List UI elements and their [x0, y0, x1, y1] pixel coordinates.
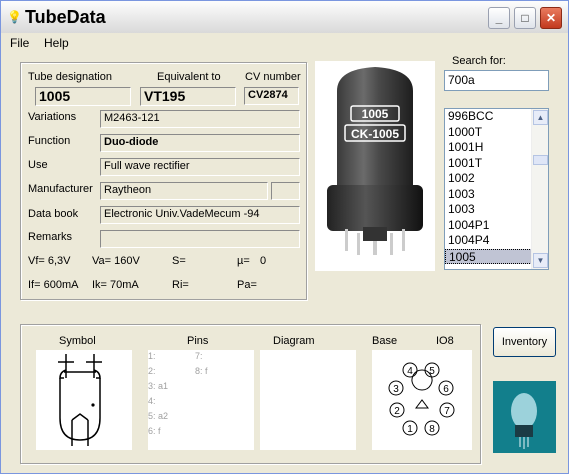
databook-label: Data book: [28, 208, 79, 220]
scroll-down-icon[interactable]: ▼: [533, 253, 548, 268]
base-pin-number: 4: [407, 366, 413, 377]
pins-panel: 1: 2: 3: a1 4: 5: a2 6: f 7: 8: f: [148, 350, 254, 450]
pin-4: 4:: [148, 396, 156, 406]
pin-8: 8: f: [195, 366, 208, 376]
equivalent-label: Equivalent to: [157, 71, 221, 83]
base-label: Base: [372, 335, 398, 347]
ri-value: Ri=: [172, 279, 189, 291]
pin-3: 3: a1: [148, 381, 169, 391]
pins-label: Pins: [187, 335, 209, 347]
photo-label-top: 1005: [362, 107, 389, 121]
photo-label-bottom: CK-1005: [351, 127, 399, 141]
tube-photo: 1005 CK-1005: [315, 61, 435, 271]
list-scrollbar[interactable]: ▲ ▼: [531, 109, 548, 269]
pin-5: 5: a2: [148, 411, 169, 421]
mu-label: µ=: [237, 255, 250, 267]
base-diagram: 12 34 56 78: [372, 350, 472, 450]
base-pin-number: 7: [444, 406, 450, 417]
pa-value: Pa=: [237, 279, 257, 291]
app-window: 💡 TubeData _ □ ✕ File Help Tube designat…: [0, 0, 569, 474]
window-title: TubeData: [25, 7, 106, 27]
function-field[interactable]: Duo-diode: [100, 134, 300, 152]
base-pin-number: 8: [429, 424, 435, 435]
diagram-label: Diagram: [273, 335, 315, 347]
base-pin-number: 2: [394, 406, 400, 417]
pin-7: 7:: [195, 351, 203, 361]
diagram-panel: [260, 350, 356, 450]
va-value: Va= 160V: [92, 255, 140, 267]
symbol-label: Symbol: [59, 335, 96, 347]
base-type: IO8: [436, 335, 454, 347]
use-label: Use: [28, 159, 48, 171]
manufacturer-field[interactable]: Raytheon: [100, 182, 268, 200]
search-input[interactable]: 700a: [444, 70, 549, 91]
title-bar[interactable]: 💡 TubeData _ □ ✕: [1, 1, 568, 33]
base-pin-number: 5: [429, 366, 435, 377]
remarks-field[interactable]: [100, 230, 300, 248]
pin-6: 6: f: [148, 426, 161, 436]
databook-field[interactable]: Electronic Univ.VadeMecum -94: [100, 206, 300, 224]
menu-file[interactable]: File: [10, 36, 29, 50]
maximize-button[interactable]: □: [514, 7, 536, 29]
close-button[interactable]: ✕: [540, 7, 562, 29]
if-value: If= 600mA: [28, 279, 79, 291]
remarks-label: Remarks: [28, 231, 73, 243]
use-field[interactable]: Full wave rectifier: [100, 158, 300, 176]
pin-2: 2:: [148, 366, 156, 376]
manufacturer-extra-field[interactable]: [271, 182, 300, 200]
s-value: S=: [172, 255, 186, 267]
designation-label: Tube designation: [28, 71, 112, 83]
ik-value: Ik= 70mA: [92, 279, 139, 291]
cv-field[interactable]: CV2874: [244, 87, 299, 105]
manufacturer-label: Manufacturer: [28, 183, 93, 195]
scroll-up-icon[interactable]: ▲: [533, 110, 548, 125]
app-logo: [493, 381, 556, 453]
vf-value: Vf= 6,3V: [28, 255, 71, 267]
menu-help[interactable]: Help: [44, 36, 69, 50]
base-pin-number: 3: [393, 384, 399, 395]
bulb-icon: 💡: [7, 10, 22, 24]
tube-symbol: [36, 350, 132, 450]
variations-field[interactable]: M2463-121: [100, 110, 300, 128]
menu-bar: File Help: [1, 33, 568, 53]
function-label: Function: [28, 135, 71, 147]
base-pin-number: 6: [443, 384, 449, 395]
scroll-thumb[interactable]: [533, 155, 548, 165]
pin-1: 1:: [148, 351, 156, 361]
inventory-button[interactable]: Inventory: [493, 327, 556, 357]
cv-label: CV number: [245, 71, 301, 83]
tube-list[interactable]: 996BCC 1000T 1001H 1001T 1002 1003 1003 1004P1 1…: [444, 108, 549, 270]
minimize-button[interactable]: _: [488, 7, 510, 29]
variations-label: Variations: [28, 111, 77, 123]
equivalent-field[interactable]: VT195: [140, 87, 236, 106]
mu-value: 0: [260, 255, 267, 267]
designation-field[interactable]: 1005: [35, 87, 131, 106]
search-label: Search for:: [452, 55, 506, 67]
base-pin-number: 1: [407, 424, 413, 435]
